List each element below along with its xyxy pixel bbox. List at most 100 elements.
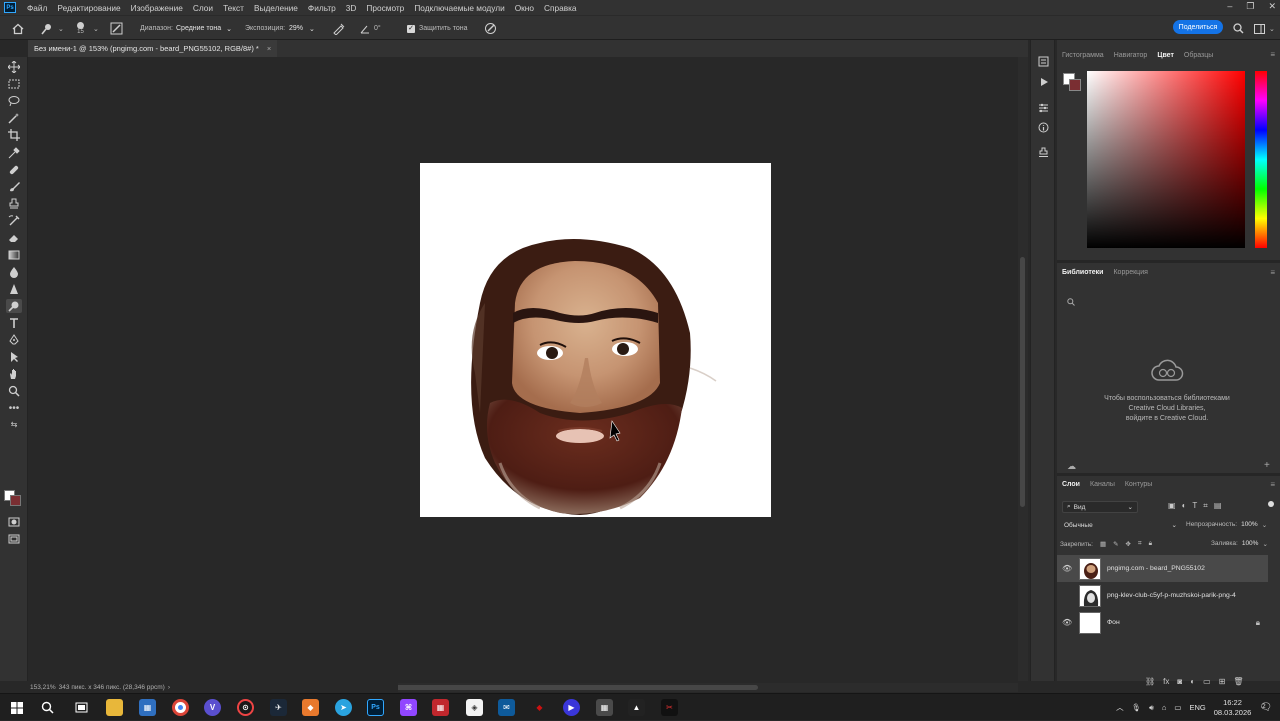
layer-lock-icon[interactable]: 🔒︎ [1256,618,1260,628]
gradient-tool-icon[interactable] [6,248,22,262]
menu-select[interactable]: Выделение [249,3,303,13]
zoom-tool-icon[interactable] [6,384,22,398]
crop-tool-icon[interactable] [6,128,22,142]
zoom-level[interactable]: 153,21% [30,684,56,691]
menu-window[interactable]: Окно [510,3,539,13]
exposure-field[interactable]: 29% ⌄ [289,16,321,41]
twitch-icon[interactable]: ⌘ [400,699,417,716]
history-brush-tool-icon[interactable] [6,214,22,228]
move-tool-icon[interactable] [6,60,22,74]
color-panel-menu-icon[interactable]: ≡ [1270,50,1275,59]
lock-all-icon[interactable]: 🔒︎ [1149,540,1152,548]
file-explorer-icon[interactable] [106,699,123,716]
background-color-swatch[interactable] [10,495,21,506]
tab-histogram[interactable]: Гистограмма [1057,47,1109,64]
lock-position-icon[interactable]: ✥ [1126,540,1131,548]
layer-row[interactable]: 👁︎ Фон 🔒︎ [1057,609,1268,636]
color-field[interactable] [1087,71,1245,248]
battery-icon[interactable]: ▭ [1174,703,1181,712]
panel-background-swatch[interactable] [1069,79,1081,91]
add-mask-icon[interactable]: ◙ [1177,677,1182,686]
filter-adjustment-icon[interactable]: ◐ [1182,501,1187,511]
language-indicator[interactable]: ENG [1189,703,1205,712]
steam-icon[interactable]: ✈ [270,699,287,716]
blur-tool-icon[interactable] [6,265,22,279]
airbrush-icon[interactable] [332,16,345,41]
restore-icon[interactable]: ❐ [1246,1,1254,12]
path-selection-tool-icon[interactable] [6,350,22,364]
viber-v-icon[interactable]: V [204,699,221,716]
menu-3d[interactable]: 3D [341,3,362,13]
menu-filter[interactable]: Фильтр [303,3,341,13]
lock-pixels-icon[interactable]: ✎ [1113,540,1118,548]
filter-shape-icon[interactable]: ⌗ [1203,501,1208,511]
angle-field[interactable]: 0° [374,16,381,41]
link-layers-icon[interactable]: ⛓︎ [1145,677,1155,686]
home-icon[interactable] [12,16,24,41]
delete-layer-icon[interactable]: 🗑︎ [1233,677,1243,686]
filter-type-icon[interactable]: T [1192,501,1197,511]
menu-image[interactable]: Изображение [126,3,188,13]
lasso-tool-icon[interactable] [6,94,22,108]
clock[interactable]: 16:22 08.03.2026 [1214,698,1252,718]
type-tool-icon[interactable] [6,316,22,330]
tab-swatches[interactable]: Образцы [1179,47,1218,64]
hue-slider[interactable] [1255,71,1267,248]
visibility-eye-icon[interactable]: 👁︎ [1062,618,1072,627]
filter-toggle-icon[interactable] [1268,501,1274,507]
status-arrow-icon[interactable]: › [168,684,170,691]
menu-text[interactable]: Текст [218,3,249,13]
protect-tones-checkbox[interactable]: ✓ Защитить тона [407,16,467,41]
new-layer-icon[interactable]: ⊞ [1219,677,1226,686]
media-player-icon[interactable]: ▶ [563,699,580,716]
layer-row[interactable]: png-klev-club-c5yf-p-muzhskoi-parik-png-… [1057,582,1268,609]
document-canvas[interactable] [420,163,771,517]
chrome-icon[interactable] [172,699,189,716]
clone-source-panel-icon[interactable] [1037,146,1050,159]
vertical-scrollbar[interactable] [1018,57,1028,681]
layers-panel-menu-icon[interactable]: ≡ [1270,480,1275,489]
sharpen-tool-icon[interactable] [6,282,22,296]
brush-settings-icon[interactable] [110,16,123,41]
tab-color[interactable]: Цвет [1152,47,1179,64]
fill-dropdown-icon[interactable]: ⌄ [1262,540,1267,548]
actions-play-icon[interactable] [1037,75,1050,88]
new-adjustment-icon[interactable]: ◐ [1190,677,1195,686]
history-panel-icon[interactable] [1037,55,1050,68]
magic-wand-tool-icon[interactable] [6,111,22,125]
clone-stamp-tool-icon[interactable] [6,197,22,211]
libraries-panel-menu-icon[interactable]: ≡ [1270,268,1275,277]
angle-icon[interactable] [360,16,370,41]
fill-value[interactable]: 100% [1242,540,1259,548]
filter-pixel-icon[interactable]: ▣ [1168,501,1176,511]
notifications-icon[interactable]: 🗨︎ 2 [1259,702,1272,713]
video-editor-icon[interactable]: ✂ [661,699,678,716]
library-cloud-sync-icon[interactable]: ☁ [1067,461,1076,472]
layer-kind-filter[interactable]: ⌕ Вид ⌄ [1062,501,1138,513]
filter-smart-icon[interactable]: ▤ [1214,501,1222,511]
tab-libraries[interactable]: Библиотеки [1057,264,1108,281]
range-select[interactable]: Средние тона ⌄ [176,16,238,41]
marquee-tool-icon[interactable] [6,77,22,91]
pen-tool-icon[interactable] [6,333,22,347]
menu-help[interactable]: Справка [539,3,582,13]
network-icon[interactable]: ⌂ [1162,703,1167,712]
menu-edit[interactable]: Редактирование [52,3,125,13]
close-icon[interactable]: ✕ [1268,1,1276,12]
menu-layers[interactable]: Слои [188,3,218,13]
sponge-tool-preset-icon[interactable]: ⌄ [40,16,64,41]
lock-transparency-icon[interactable]: ▦ [1100,540,1106,548]
inkscape-app-icon[interactable]: ▲ [628,699,645,716]
tab-navigator[interactable]: Навигатор [1109,47,1153,64]
lock-artboard-icon[interactable]: ⌗ [1138,540,1142,548]
adjustments-panel-icon[interactable] [1037,101,1050,114]
screen-mode-icon[interactable] [6,532,22,546]
libraries-search-input[interactable] [1063,293,1274,310]
start-icon[interactable] [8,699,25,716]
more-tools-icon[interactable]: ••• [6,401,22,415]
adobe-cc-icon[interactable]: ◆ [531,699,548,716]
eraser-tool-icon[interactable] [6,231,22,245]
sponge-tool-icon[interactable] [6,299,22,313]
tab-adjustments[interactable]: Коррекция [1108,264,1152,281]
new-group-icon[interactable]: ▭ [1203,677,1211,686]
